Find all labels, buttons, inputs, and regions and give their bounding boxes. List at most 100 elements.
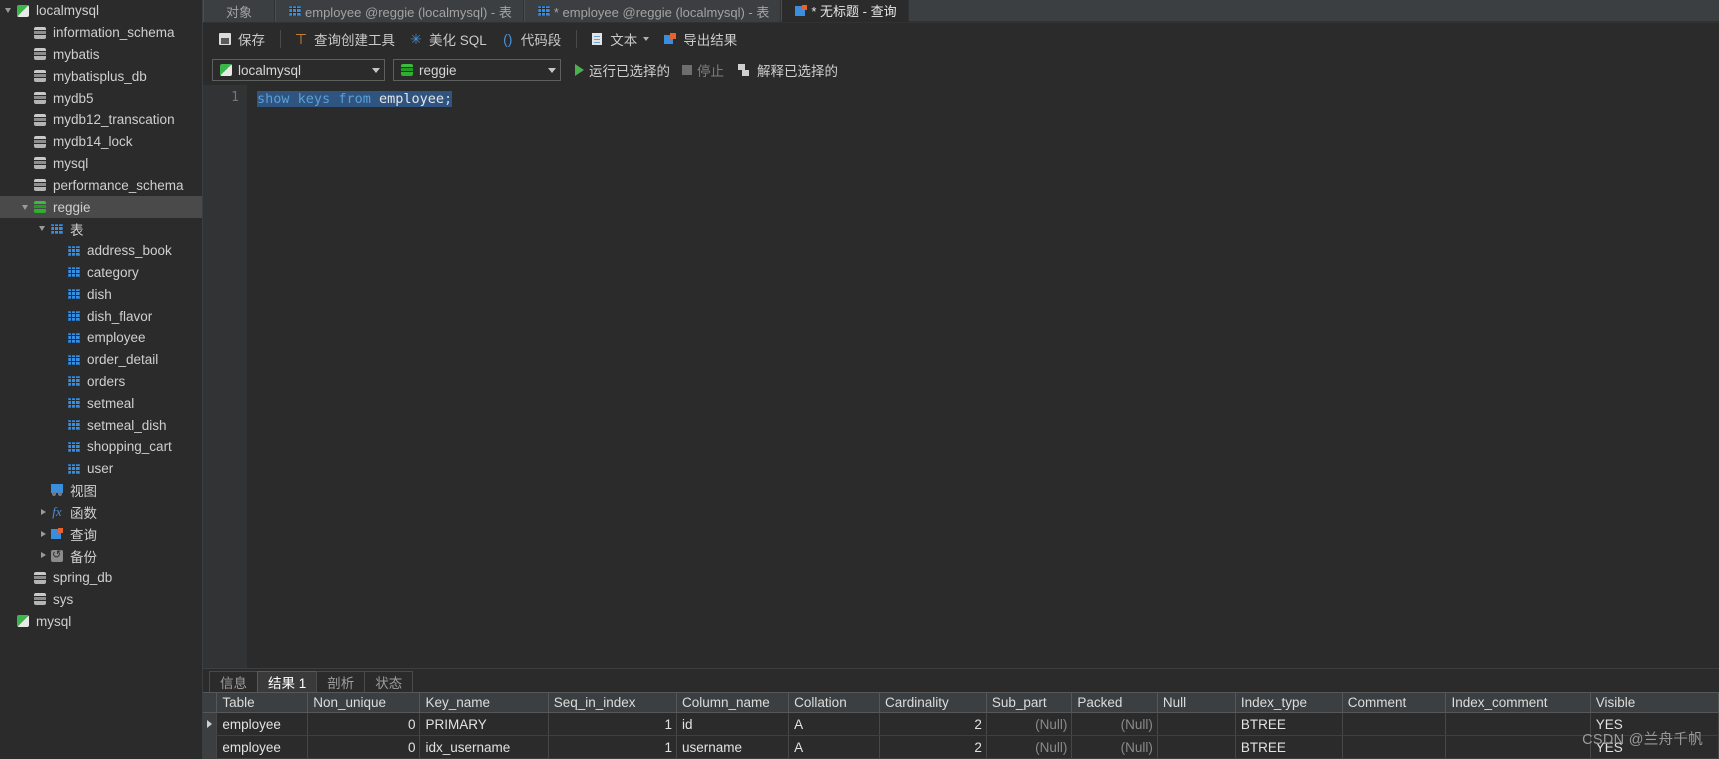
result-tab-2[interactable]: 剖析 (316, 671, 366, 692)
snippet-button[interactable]: () 代码段 (495, 27, 567, 51)
sql-editor[interactable]: 1 show keys from employee; (203, 85, 1719, 669)
tree-item-函数[interactable]: fx 函数 (0, 501, 202, 523)
result-tab-3[interactable]: 状态 (364, 671, 414, 692)
grid-column-header[interactable]: Collation (788, 692, 881, 713)
grid-column-header[interactable]: Column_name (676, 692, 790, 713)
tree-item-category[interactable]: category (0, 262, 202, 284)
editor-tab-0[interactable]: 对象 (203, 0, 276, 22)
tree-item-mydb14_lock[interactable]: mydb14_lock (0, 131, 202, 153)
query-toolbar[interactable]: 保存 ⊤ 查询创建工具 ✳ 美化 SQL () 代码段 文本 导出结果 (203, 23, 1719, 55)
tree-item-spring_db[interactable]: spring_db (0, 567, 202, 589)
chevron-down-icon[interactable] (548, 67, 556, 73)
chevron-open-icon[interactable] (21, 202, 32, 213)
grid-cell[interactable]: 1 (548, 712, 677, 736)
grid-cell[interactable]: (Null) (986, 712, 1073, 736)
results-grid-wrapper[interactable]: Table Non_unique Key_name Seq_in_index Colum… (203, 692, 1719, 759)
tree-item-mybatisplus_db[interactable]: mybatisplus_db (0, 65, 202, 87)
grid-cell[interactable]: 2 (879, 735, 987, 759)
connection-select[interactable]: localmysql (212, 59, 385, 81)
editor-tab-2[interactable]: * employee @reggie (localmysql) - 表 (523, 0, 782, 22)
tree-item-setmeal_dish[interactable]: setmeal_dish (0, 414, 202, 436)
save-button[interactable]: 保存 (212, 27, 270, 51)
result-tab-0[interactable]: 信息 (209, 671, 258, 692)
table-row[interactable]: employee 0 idx_username 1 username A 2 (Null) (N… (203, 735, 1719, 759)
grid-column-header[interactable]: Index_comment (1445, 692, 1591, 713)
tree-item-sys[interactable]: sys (0, 589, 202, 611)
tree-item-mysql[interactable]: mysql (0, 610, 202, 632)
tree-item-mybatis[interactable]: mybatis (0, 44, 202, 66)
grid-cell[interactable]: PRIMARY (419, 712, 549, 736)
grid-cell[interactable]: id (676, 712, 790, 736)
explain-selected-button[interactable]: 解释已选择的 (736, 60, 838, 80)
tree-item-dish[interactable]: dish (0, 283, 202, 305)
grid-cell[interactable]: employee (216, 735, 309, 759)
grid-cell[interactable]: (Null) (1071, 712, 1158, 736)
chevron-down-icon[interactable] (643, 37, 650, 41)
tree-item-information_schema[interactable]: information_schema (0, 22, 202, 44)
chevron-open-icon[interactable] (38, 223, 49, 234)
grid-cell[interactable]: BTREE (1235, 712, 1343, 736)
grid-cell[interactable] (1157, 735, 1236, 759)
tree-item-localmysql[interactable]: localmysql (0, 0, 202, 22)
grid-cell[interactable]: idx_username (419, 735, 549, 759)
connection-bar[interactable]: localmysql reggie 运行已选择的 停止 解释已选择的 (203, 55, 1719, 85)
grid-column-header[interactable]: Cardinality (879, 692, 987, 713)
tree-item-备份[interactable]: 备份 (0, 545, 202, 567)
grid-column-header[interactable]: Sub_part (986, 692, 1073, 713)
grid-cell[interactable] (1157, 712, 1236, 736)
tree-item-address_book[interactable]: address_book (0, 240, 202, 262)
tree-item-orders[interactable]: orders (0, 371, 202, 393)
grid-cell[interactable]: 2 (879, 712, 987, 736)
database-tree[interactable]: localmysql information_schema mybatis mybat… (0, 0, 202, 632)
tree-item-reggie[interactable]: reggie (0, 196, 202, 218)
editor-tabstrip[interactable]: 对象 employee @reggie (localmysql) - 表 * emp… (203, 0, 1719, 23)
result-tab-1[interactable]: 结果 1 (257, 671, 318, 692)
tree-item-shopping_cart[interactable]: shopping_cart (0, 436, 202, 458)
grid-cell[interactable]: (Null) (986, 735, 1073, 759)
tree-item-mydb12_transcation[interactable]: mydb12_transcation (0, 109, 202, 131)
tree-item-setmeal[interactable]: setmeal (0, 392, 202, 414)
grid-column-header[interactable]: Key_name (419, 692, 549, 713)
editor-tab-3[interactable]: * 无标题 - 查询 (781, 0, 909, 22)
row-marker[interactable] (203, 735, 218, 759)
grid-column-header[interactable]: Comment (1342, 692, 1447, 713)
results-tabstrip[interactable]: 信息 结果 1 剖析 状态 (203, 669, 1719, 692)
grid-column-header[interactable]: Index_type (1235, 692, 1343, 713)
row-current-marker[interactable] (203, 712, 218, 736)
grid-column-header[interactable]: Table (216, 692, 309, 713)
tree-item-mysql[interactable]: mysql (0, 153, 202, 175)
database-select[interactable]: reggie (393, 59, 561, 81)
tree-item-视图[interactable]: 视图 (0, 480, 202, 502)
text-view-button[interactable]: 文本 (584, 27, 654, 51)
navigator-sidebar[interactable]: localmysql information_schema mybatis mybat… (0, 0, 203, 759)
grid-column-header[interactable]: Seq_in_index (548, 692, 677, 713)
grid-cell[interactable]: A (788, 712, 881, 736)
grid-column-header[interactable]: Visible (1590, 692, 1719, 713)
grid-cell[interactable] (1445, 735, 1591, 759)
grid-cell[interactable]: 1 (548, 735, 677, 759)
results-grid[interactable]: Table Non_unique Key_name Seq_in_index Colum… (203, 692, 1719, 759)
sql-statement[interactable]: show keys from employee; (257, 91, 453, 107)
grid-column-header[interactable]: Non_unique (307, 692, 421, 713)
tree-item-dish_flavor[interactable]: dish_flavor (0, 305, 202, 327)
grid-cell[interactable] (1342, 712, 1447, 736)
chevron-closed-icon[interactable] (38, 529, 49, 540)
grid-cell[interactable]: (Null) (1071, 735, 1158, 759)
tree-item-mydb5[interactable]: mydb5 (0, 87, 202, 109)
grid-cell[interactable]: BTREE (1235, 735, 1343, 759)
editor-tab-1[interactable]: employee @reggie (localmysql) - 表 (275, 0, 524, 22)
export-result-button[interactable]: 导出结果 (657, 27, 742, 51)
tree-item-performance_schema[interactable]: performance_schema (0, 174, 202, 196)
grid-cell[interactable]: username (676, 735, 790, 759)
tree-item-表[interactable]: 表 (0, 218, 202, 240)
tree-item-order_detail[interactable]: order_detail (0, 349, 202, 371)
grid-cell[interactable]: employee (216, 712, 309, 736)
chevron-closed-icon[interactable] (38, 507, 49, 518)
table-row[interactable]: employee 0 PRIMARY 1 id A 2 (Null) (Null) BTREE YE… (203, 712, 1719, 736)
grid-cell[interactable]: 0 (307, 712, 421, 736)
grid-cell[interactable] (1445, 712, 1591, 736)
grid-column-header[interactable]: Packed (1071, 692, 1158, 713)
beautify-sql-button[interactable]: ✳ 美化 SQL (403, 27, 492, 51)
tree-item-user[interactable]: user (0, 458, 202, 480)
chevron-closed-icon[interactable] (38, 550, 49, 561)
